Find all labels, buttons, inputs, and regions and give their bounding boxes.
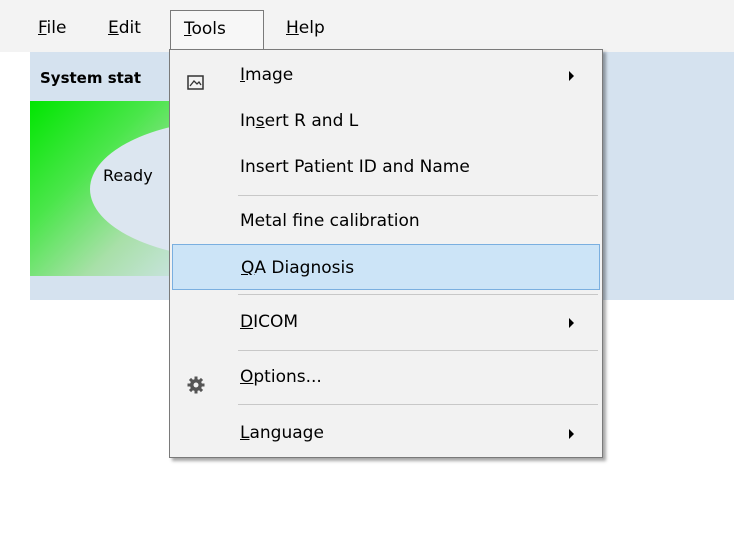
panel-title: System stat [40,69,142,87]
menu-item-qa-label: QA Diagnosis [241,245,354,291]
menu-tools[interactable]: Tools [170,10,264,49]
tools-menu: Image Insert R and L Insert Patient ID a… [169,49,603,458]
menu-item-insert-patient[interactable]: Insert Patient ID and Name [172,144,600,190]
insert-rl-text: ert R and L [264,111,359,131]
dicom-text: ICOM [253,312,299,332]
options-text: ptions... [253,367,322,387]
menu-tools-hotkey: T [184,19,192,39]
menu-edit-label: dit [118,18,141,38]
menu-separator [238,294,598,295]
language-text: anguage [249,423,324,443]
menu-separator [238,350,598,351]
menu-file-label: ile [46,18,67,38]
menu-item-dicom-label: DICOM [240,299,298,345]
submenu-arrow-icon [569,71,574,81]
insert-rl-prefix: In [240,111,256,131]
qa-text: A Diagnosis [254,258,355,278]
options-hotkey: O [240,367,254,387]
menu-item-metal-label: Metal fine calibration [240,211,420,231]
submenu-arrow-icon [569,429,574,439]
menu-separator [238,195,598,196]
status-text: Ready [103,166,153,185]
image-text: mage [245,65,294,85]
menu-item-dicom[interactable]: DICOM [172,299,600,345]
menu-item-qa-diagnosis[interactable]: QA Diagnosis [172,244,600,290]
dicom-hotkey: D [240,312,254,332]
menu-item-insert-patient-label: Insert Patient ID and Name [240,157,470,177]
qa-hotkey: Q [241,258,255,278]
menu-edit[interactable]: Edit [106,10,143,46]
menu-separator [238,404,598,405]
insert-rl-hotkey: s [255,111,265,131]
menu-help[interactable]: Help [284,10,327,46]
menu-item-insert-r-and-l-label: Insert R and L [240,98,358,144]
menu-item-language-label: Language [240,410,324,456]
menu-item-image[interactable]: Image [172,52,600,98]
menu-tools-label: ools [191,19,226,39]
menu-item-image-label: Image [240,52,293,98]
menu-file-hotkey: F [38,18,47,38]
menu-item-insert-r-and-l[interactable]: Insert R and L [172,98,600,144]
menu-help-label: elp [298,18,325,38]
menu-file[interactable]: File [36,10,68,46]
gear-icon [186,367,206,394]
menu-item-options-label: Options... [240,354,322,400]
image-icon [186,65,206,90]
menu-bar: File Edit Tools Help [0,0,734,52]
menu-help-hotkey: H [286,18,299,38]
menu-item-options[interactable]: Options... [172,354,600,400]
submenu-arrow-icon [569,318,574,328]
menu-item-metal-calibration[interactable]: Metal fine calibration [172,198,600,244]
menu-edit-hotkey: E [108,18,119,38]
menu-item-language[interactable]: Language [172,410,600,456]
